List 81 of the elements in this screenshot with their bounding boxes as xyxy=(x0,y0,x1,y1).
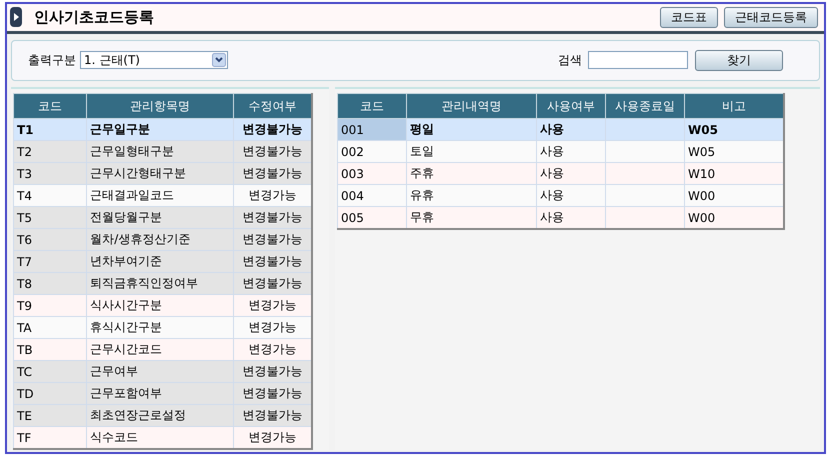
table-cell: T2 xyxy=(14,140,87,162)
table-cell: 사용 xyxy=(536,184,606,206)
column-header[interactable]: 사용여부 xyxy=(536,94,606,118)
table-cell: 004 xyxy=(338,184,406,206)
table-cell: 월차/생휴정산기준 xyxy=(86,228,234,250)
find-button[interactable]: 찾기 xyxy=(695,50,783,71)
table-cell: TA xyxy=(14,316,87,338)
output-type-dropdown[interactable]: 1. 근태(T) xyxy=(80,51,228,70)
table-cell: 변경불가능 xyxy=(233,118,312,140)
page-title: 인사기초코드등록 xyxy=(34,8,155,27)
table-cell: 변경불가능 xyxy=(233,206,312,228)
header-button[interactable]: 코드표 xyxy=(660,6,718,28)
table-cell: 변경불가능 xyxy=(233,272,312,294)
table-cell: 003 xyxy=(338,162,406,184)
table-cell: 변경가능 xyxy=(233,294,312,316)
table-cell: 002 xyxy=(338,140,406,162)
column-header[interactable]: 사용종료일 xyxy=(606,94,684,118)
table-cell: 변경불가능 xyxy=(233,140,312,162)
table-cell: 무휴 xyxy=(406,206,536,229)
table-cell: 사용 xyxy=(536,162,606,184)
table-cell: T1 xyxy=(14,118,87,140)
table-cell: 주휴 xyxy=(406,162,536,184)
table-cell: 토일 xyxy=(406,140,536,162)
table-cell: 평일 xyxy=(406,118,536,140)
table-cell: W05 xyxy=(684,118,784,140)
table-cell: 변경불가능 xyxy=(233,162,312,184)
table-cell: T9 xyxy=(14,294,87,316)
table-cell: 근무일형태구분 xyxy=(86,140,234,162)
table-cell: 사용 xyxy=(536,118,606,140)
table-cell: T4 xyxy=(14,184,87,206)
column-header[interactable]: 관리항목명 xyxy=(86,94,234,118)
column-header[interactable]: 수정여부 xyxy=(233,94,312,118)
table-cell: 변경불가능 xyxy=(233,404,312,426)
column-header[interactable]: 코드 xyxy=(14,94,87,118)
table-cell: TF xyxy=(14,426,87,449)
table-cell: 최초연장근로설정 xyxy=(86,404,234,426)
table-cell: TB xyxy=(14,338,87,360)
search-field[interactable] xyxy=(588,51,688,70)
table-cell: 년차부여기준 xyxy=(86,250,234,272)
table-cell: 근무일구분 xyxy=(86,118,234,140)
table-cell: 사용 xyxy=(536,140,606,162)
table-cell: T3 xyxy=(14,162,87,184)
table-cell: 근무시간코드 xyxy=(86,338,234,360)
column-header[interactable]: 코드 xyxy=(338,94,406,118)
table-cell: 휴식시간구분 xyxy=(86,316,234,338)
table-cell: 근무시간형태구분 xyxy=(86,162,234,184)
table-cell: W05 xyxy=(684,140,784,162)
table-cell: TE xyxy=(14,404,87,426)
table-cell: W10 xyxy=(684,162,784,184)
table-cell: 퇴직금휴직인정여부 xyxy=(86,272,234,294)
table-cell: T7 xyxy=(14,250,87,272)
table-cell: W00 xyxy=(684,184,784,206)
table-cell: TD xyxy=(14,382,87,404)
table-cell: 유휴 xyxy=(406,184,536,206)
table-cell: 식사시간구분 xyxy=(86,294,234,316)
table-cell: 변경가능 xyxy=(233,338,312,360)
table-cell: W00 xyxy=(684,206,784,229)
table-cell: 변경가능 xyxy=(233,426,312,449)
table-cell: T6 xyxy=(14,228,87,250)
table-cell: 변경가능 xyxy=(233,184,312,206)
header-button[interactable]: 근태코드등록 xyxy=(724,6,818,28)
table-cell: 식수코드 xyxy=(86,426,234,449)
table-cell: 변경불가능 xyxy=(233,250,312,272)
table-cell: 변경불가능 xyxy=(233,382,312,404)
filter-label: 출력구분 xyxy=(28,52,76,69)
table-cell: 005 xyxy=(338,206,406,229)
search-label: 검색 xyxy=(558,52,582,69)
table-cell: 전월당월구분 xyxy=(86,206,234,228)
table-cell: T8 xyxy=(14,272,87,294)
table-cell: T5 xyxy=(14,206,87,228)
table-cell: TC xyxy=(14,360,87,382)
table-cell: 변경불가능 xyxy=(233,228,312,250)
table-cell: 변경가능 xyxy=(233,316,312,338)
table-cell: 사용 xyxy=(536,206,606,229)
column-header[interactable]: 관리내역명 xyxy=(406,94,536,118)
table-cell: 근무포함여부 xyxy=(86,382,234,404)
column-header[interactable]: 비고 xyxy=(684,94,784,118)
table-cell: 근태결과일코드 xyxy=(86,184,234,206)
table-cell: 변경불가능 xyxy=(233,360,312,382)
table-cell: 근무여부 xyxy=(86,360,234,382)
table-cell: 001 xyxy=(338,118,406,140)
